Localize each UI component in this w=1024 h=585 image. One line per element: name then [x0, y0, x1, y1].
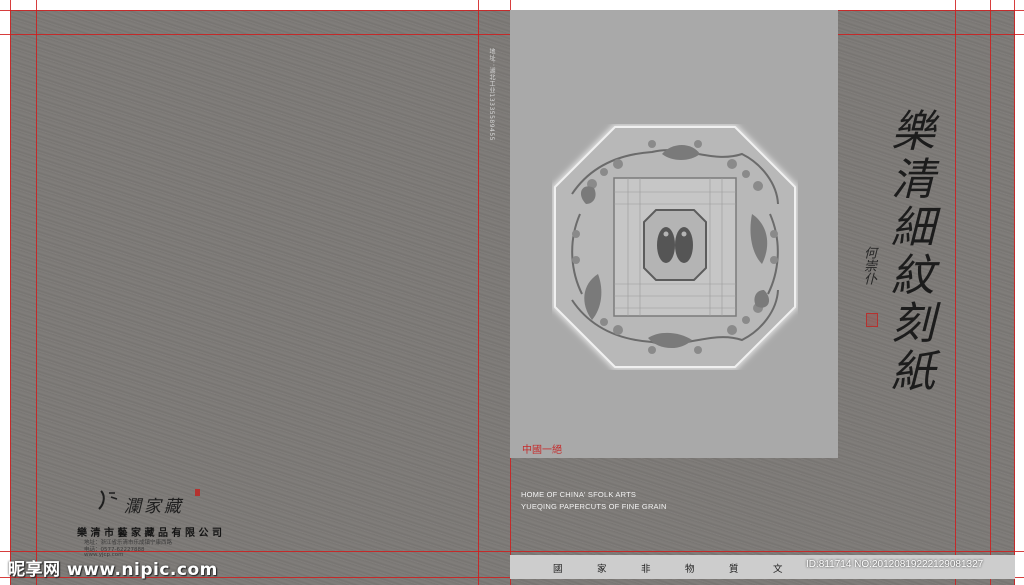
spine-text: 地址：湖北工业13335589455 — [488, 48, 495, 141]
bottom-bar-char: 國 — [553, 564, 563, 575]
bottom-bar-char: 物 — [685, 564, 695, 575]
back-logo-text: 瀾家藏 — [124, 497, 184, 517]
company-name: 樂清市藝家藏品有限公司 — [77, 528, 226, 539]
red-seal-icon — [866, 313, 878, 327]
bottom-bar-char: 文 — [773, 564, 783, 575]
bottom-bar-char: 質 — [729, 564, 739, 575]
brush-mark-icon — [98, 490, 118, 510]
guide-line — [36, 0, 37, 585]
calligraphy-signature: 何崇仆 — [861, 246, 876, 285]
bottom-bar-char: 非 — [641, 564, 651, 575]
guide-line — [955, 0, 956, 585]
calligraphy-title: 樂清細紋刻紙 — [883, 108, 934, 396]
english-line-1: HOME OF CHINA' SFOLK ARTS — [521, 490, 637, 499]
watermark-id: ID:811714 NO:20120819222129081327 — [806, 559, 984, 570]
papercut-ornament-icon — [552, 124, 798, 370]
bottom-bar-char: 家 — [597, 564, 607, 575]
watermark-left: 昵享网 www.nipic.com — [8, 560, 218, 580]
guide-line — [1014, 0, 1015, 585]
english-line-2: YUEQING PAPERCUTS OF FINE GRAIN — [521, 502, 667, 511]
back-seal-icon — [195, 489, 200, 496]
panel-caption: 中國一絕 — [522, 445, 562, 456]
guide-line — [0, 551, 1024, 552]
guide-line — [10, 0, 11, 585]
guide-line — [478, 0, 479, 585]
guide-line — [990, 0, 991, 585]
